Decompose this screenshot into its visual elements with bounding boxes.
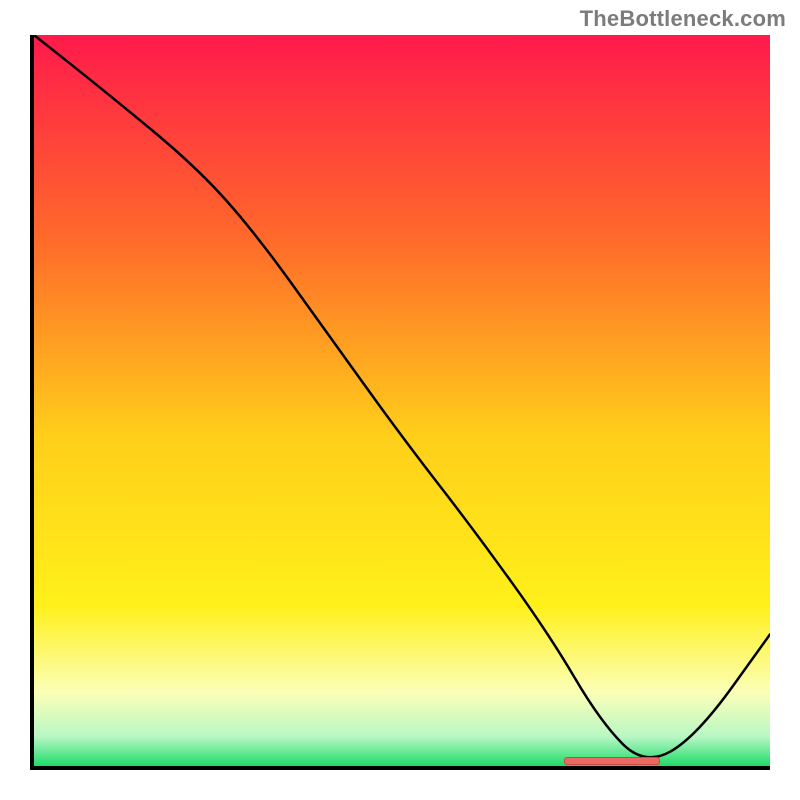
gradient-background <box>34 35 770 766</box>
watermark-text: TheBottleneck.com <box>580 6 786 32</box>
optimal-range-marker <box>564 757 660 765</box>
chart-canvas <box>34 35 770 766</box>
